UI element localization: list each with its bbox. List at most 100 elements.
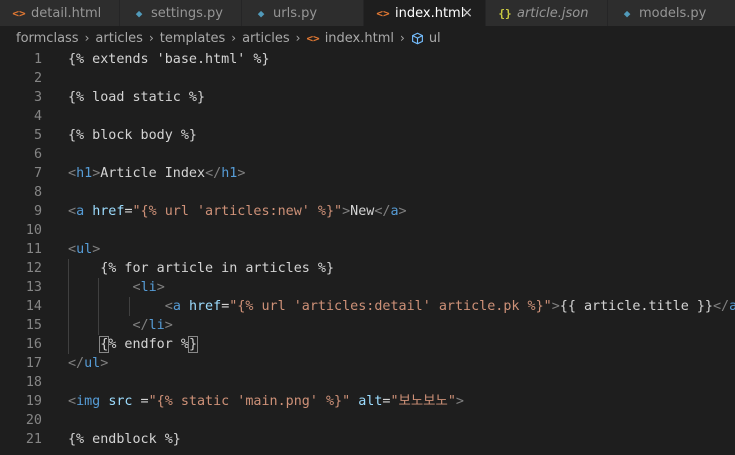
tab-article-json[interactable]: {} article.json <box>486 0 608 26</box>
code-line[interactable]: 12 {% for article in articles %} <box>0 259 735 278</box>
line-number: 10 <box>25 223 42 238</box>
code-line[interactable]: 6 <box>0 145 735 164</box>
line-number: 8 <box>33 185 42 200</box>
code-line[interactable]: 21 {% endblock %} <box>0 430 735 449</box>
code-line[interactable]: 8 <box>0 183 735 202</box>
code-token: h1 <box>76 166 93 181</box>
code-token: src <box>108 394 133 409</box>
code-token: </ <box>68 356 85 371</box>
line-number: 20 <box>25 413 42 428</box>
tab-label: index.html <box>395 5 465 21</box>
code-token: {% endfor %} <box>99 336 199 353</box>
breadcrumb-item[interactable]: articles <box>242 31 290 46</box>
code-token: Article Index <box>100 166 206 181</box>
code-line[interactable]: 10 <box>0 221 735 240</box>
code-line[interactable]: 5 {% block body %} <box>0 126 735 145</box>
tab-label: models.py <box>639 5 707 21</box>
html-icon: <> <box>12 6 26 20</box>
code-line[interactable]: 13 <li> <box>0 278 735 297</box>
tab-label: article.json <box>517 5 589 21</box>
code-line[interactable]: 7 <h1>Article Index</h1> <box>0 164 735 183</box>
code-line[interactable]: 1 {% extends 'base.html' %} <box>0 50 735 69</box>
code-token: alt <box>358 394 383 409</box>
breadcrumb-item[interactable]: formclass <box>16 31 79 46</box>
code-token: = <box>132 394 149 409</box>
code-token: > <box>342 204 351 219</box>
code-token: < <box>164 299 173 314</box>
code-line[interactable]: 16 {% endfor %} <box>0 335 735 354</box>
code-line[interactable]: 3 {% load static %} <box>0 88 735 107</box>
code-line[interactable]: 19 <img src ="{% static 'main.png' %}" al… <box>0 392 735 411</box>
tab-label: detail.html <box>31 5 102 21</box>
breadcrumb-item[interactable]: articles <box>95 31 143 46</box>
line-number: 15 <box>25 318 42 333</box>
code-token: < <box>132 280 141 295</box>
code-line[interactable]: 18 <box>0 373 735 392</box>
tab-label: settings.py <box>151 5 223 21</box>
json-icon: {} <box>498 6 512 20</box>
python-icon: ◆ <box>623 6 631 20</box>
code-token: > <box>164 318 173 333</box>
tab-detail-html[interactable]: <> detail.html <box>0 0 120 26</box>
tab-label: urls.py <box>273 5 318 21</box>
code-text: </ul> <box>68 354 108 373</box>
breadcrumb-separator: › <box>400 31 405 45</box>
code-token: < <box>68 394 77 409</box>
breadcrumb-file[interactable]: index.html <box>325 31 394 46</box>
code-text: {% endblock %} <box>68 430 181 449</box>
code-line[interactable]: 11 <ul> <box>0 240 735 259</box>
line-number: 4 <box>33 109 42 124</box>
indent-guide <box>98 278 100 335</box>
code-token: ul <box>76 242 93 257</box>
code-token: < <box>68 166 77 181</box>
code-line[interactable]: 15 </li> <box>0 316 735 335</box>
code-token: {% endblock %} <box>68 432 181 447</box>
tab-models-py[interactable]: ◆ models.py <box>608 0 735 26</box>
line-number: 7 <box>33 166 42 181</box>
code-line[interactable]: 14 <a href="{% url 'articles:detail' art… <box>0 297 735 316</box>
code-token: {% extends 'base.html' %} <box>68 52 270 67</box>
breadcrumb-symbol[interactable]: ul <box>429 31 441 46</box>
code-token: {{ article.title }} <box>559 299 713 314</box>
code-line[interactable]: 20 <box>0 411 735 430</box>
line-number: 5 <box>33 128 42 143</box>
code-token: </ <box>132 318 149 333</box>
code-text: {% for article in articles %} <box>68 259 334 278</box>
code-token: "보노보노" <box>390 394 456 409</box>
code-text: </li> <box>68 316 173 335</box>
code-line[interactable]: 9 <a href="{% url 'articles:new' %}">New<… <box>0 202 735 221</box>
line-number: 17 <box>25 356 42 371</box>
code-token: "{% url 'articles:new' %}" <box>132 204 343 219</box>
code-token: li <box>140 280 157 295</box>
code-token: "{% static 'main.png' %}" <box>148 394 351 409</box>
code-line[interactable]: 17 </ul> <box>0 354 735 373</box>
breadcrumb-separator: › <box>231 31 237 45</box>
line-number: 1 <box>33 52 42 67</box>
line-number: 21 <box>25 432 42 447</box>
code-token: li <box>148 318 165 333</box>
code-token: {% load static %} <box>68 90 206 105</box>
line-number: 19 <box>25 394 42 409</box>
code-token: > <box>237 166 246 181</box>
code-text: <h1>Article Index</h1> <box>68 164 245 183</box>
close-icon[interactable]: × <box>461 5 473 21</box>
code-token: > <box>100 356 109 371</box>
code-text: {% endfor %} <box>68 335 199 354</box>
indent-guide <box>128 297 130 316</box>
breadcrumb-item[interactable]: templates <box>160 31 225 46</box>
code-line[interactable]: 4 <box>0 107 735 126</box>
line-number: 3 <box>33 90 42 105</box>
tab-settings-py[interactable]: ◆ settings.py <box>120 0 242 26</box>
python-icon: ◆ <box>135 6 143 20</box>
code-editor[interactable]: 1 {% extends 'base.html' %} 2 3 {% load stat… <box>0 50 735 455</box>
code-token: img <box>76 394 101 409</box>
line-number: 12 <box>25 261 42 276</box>
code-token: </ <box>712 299 730 314</box>
tab-index-html[interactable]: <> index.html × <box>364 0 486 26</box>
line-number: 13 <box>25 280 42 295</box>
code-line[interactable]: 2 <box>0 69 735 88</box>
tab-urls-py[interactable]: ◆ urls.py <box>242 0 364 26</box>
code-token: a <box>172 299 181 314</box>
code-text: <a href="{% url 'articles:detail' articl… <box>68 297 735 316</box>
